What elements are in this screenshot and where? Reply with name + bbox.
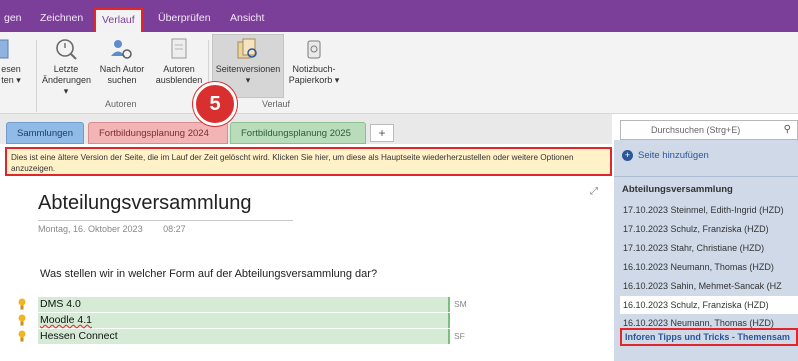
lightbulb-icon [18, 298, 26, 310]
recent-changes-label2: Änderungen ▾ [42, 75, 92, 96]
add-page-button[interactable]: + Seite hinzufügen [622, 150, 709, 161]
page-title[interactable]: Abteilungsversammlung [38, 192, 251, 215]
hide-authors-button[interactable]: Autoren ausblenden [152, 36, 206, 86]
page-list-section-title[interactable]: Abteilungsversammlung [622, 184, 733, 195]
version-list-item[interactable]: 17.10.2023 Schulz, Franziska (HZD) [620, 220, 798, 238]
author-marker [448, 329, 450, 344]
page-versions-icon [237, 38, 257, 59]
version-list-item[interactable]: 16.10.2023 Neumann, Thomas (HZD) [620, 258, 798, 276]
section-tab-fortbildung-2025[interactable]: Fortbildungsplanung 2025 [230, 122, 366, 144]
group-label-autoren: Autoren [105, 99, 137, 109]
tab-zeichnen[interactable]: Zeichnen [40, 8, 83, 28]
list-item-text: Hessen Connect [40, 330, 118, 342]
hide-authors-label2: ausblenden [155, 75, 203, 85]
find-by-author-label: Nach Autor [99, 64, 145, 74]
pane-divider [614, 176, 798, 177]
expand-icon[interactable]: ⤢ [590, 186, 598, 197]
find-by-author-label2: suchen [107, 75, 137, 85]
ribbon-separator [36, 40, 37, 112]
clock-search-icon [56, 39, 77, 60]
author-initials: SF [454, 331, 465, 341]
lightbulb-icon [18, 314, 26, 326]
author-initials: SM [454, 299, 467, 309]
recent-changes-button[interactable]: Letzte Änderungen ▾ [42, 36, 92, 97]
read-icon [0, 39, 9, 59]
search-input[interactable]: Durchsuchen (Strg+E) ⚲ [620, 120, 798, 140]
recycle-bin-label2: Papierkorb ▾ [288, 75, 340, 85]
recycle-bin-label: Notizbuch- [292, 64, 336, 74]
author-search-icon [111, 40, 132, 59]
page-time: 08:27 [163, 224, 186, 234]
highlight-bar [38, 313, 448, 328]
onenote-window: gen Zeichnen Verlauf Überprüfen Ansicht … [0, 0, 798, 361]
read-button-label: esen [1, 64, 21, 74]
ribbon-tab-bar: gen Zeichnen Verlauf Überprüfen Ansicht [0, 0, 798, 34]
version-list-item-selected[interactable]: 16.10.2023 Schulz, Franziska (HZD) [620, 296, 798, 314]
title-underline [38, 220, 293, 221]
highlight-bar [38, 297, 448, 312]
search-icon[interactable]: ⚲ [784, 121, 791, 139]
tab-ansicht[interactable]: Ansicht [230, 8, 264, 28]
author-marker [448, 297, 450, 312]
section-tab-sammlungen[interactable]: Sammlungen [6, 122, 84, 144]
add-page-plus-icon: + [622, 150, 633, 161]
list-item[interactable]: Moodle 4.1 [18, 313, 450, 328]
ribbon: esen ten ▾ Letzte Änderungen ▾ Nach Auto… [0, 32, 798, 114]
group-label-verlauf: Verlauf [262, 99, 291, 109]
tab-start-partial[interactable]: gen [4, 8, 22, 28]
old-version-warning-bar[interactable]: Dies ist eine ältere Version der Seite, … [5, 147, 612, 176]
tab-verlauf[interactable]: Verlauf [94, 8, 143, 34]
list-item[interactable]: DMS 4.0 SM [18, 297, 467, 312]
author-marker [448, 313, 450, 328]
recycle-bin-icon [307, 40, 321, 59]
recent-changes-label: Letzte [53, 64, 79, 74]
page-versions-label: Seitenversionen [215, 64, 281, 74]
lightbulb-icon [18, 330, 26, 342]
hide-authors-label: Autoren [163, 64, 195, 74]
list-item-text: DMS 4.0 [40, 298, 81, 310]
read-button-partial[interactable]: esen ten ▾ [0, 36, 22, 86]
list-item-text: Moodle 4.1 [40, 314, 92, 326]
version-list-item[interactable]: 17.10.2023 Stahr, Christiane (HZD) [620, 239, 798, 257]
section-tabs: Sammlungen Fortbildungsplanung 2024 Fort… [0, 114, 612, 144]
search-placeholder: Durchsuchen (Strg+E) [651, 125, 741, 135]
page-date-time: Montag, 16. Oktober 2023 08:27 [38, 224, 186, 234]
page-list-item-highlighted[interactable]: Inforen Tipps und Tricks - Themensam [620, 328, 798, 346]
version-list-item[interactable]: 16.10.2023 Sahin, Mehmet-Sancak (HZ [620, 277, 798, 295]
tab-ueberpruefen[interactable]: Überprüfen [158, 8, 211, 28]
section-tab-fortbildung-2024[interactable]: Fortbildungsplanung 2024 [88, 122, 228, 144]
page-date: Montag, 16. Oktober 2023 [38, 224, 143, 234]
list-item[interactable]: Hessen Connect SF [18, 329, 465, 344]
add-section-button[interactable]: + [370, 124, 394, 142]
read-button-label2: ten ▾ [1, 75, 21, 85]
step-number-badge: 5 [193, 82, 237, 126]
page-question[interactable]: Was stellen wir in welcher Form auf der … [40, 268, 377, 280]
notebook-recycle-bin-button[interactable]: Notizbuch- Papierkorb ▾ [286, 36, 342, 86]
version-list-item[interactable]: 17.10.2023 Steinmel, Edith-Ingrid (HZD) [620, 201, 798, 219]
hide-authors-icon [171, 38, 187, 59]
page-versions-button[interactable]: Seitenversionen ▾ [212, 36, 284, 86]
find-by-author-button[interactable]: Nach Autor suchen [96, 36, 148, 86]
add-page-label: Seite hinzufügen [638, 150, 709, 161]
